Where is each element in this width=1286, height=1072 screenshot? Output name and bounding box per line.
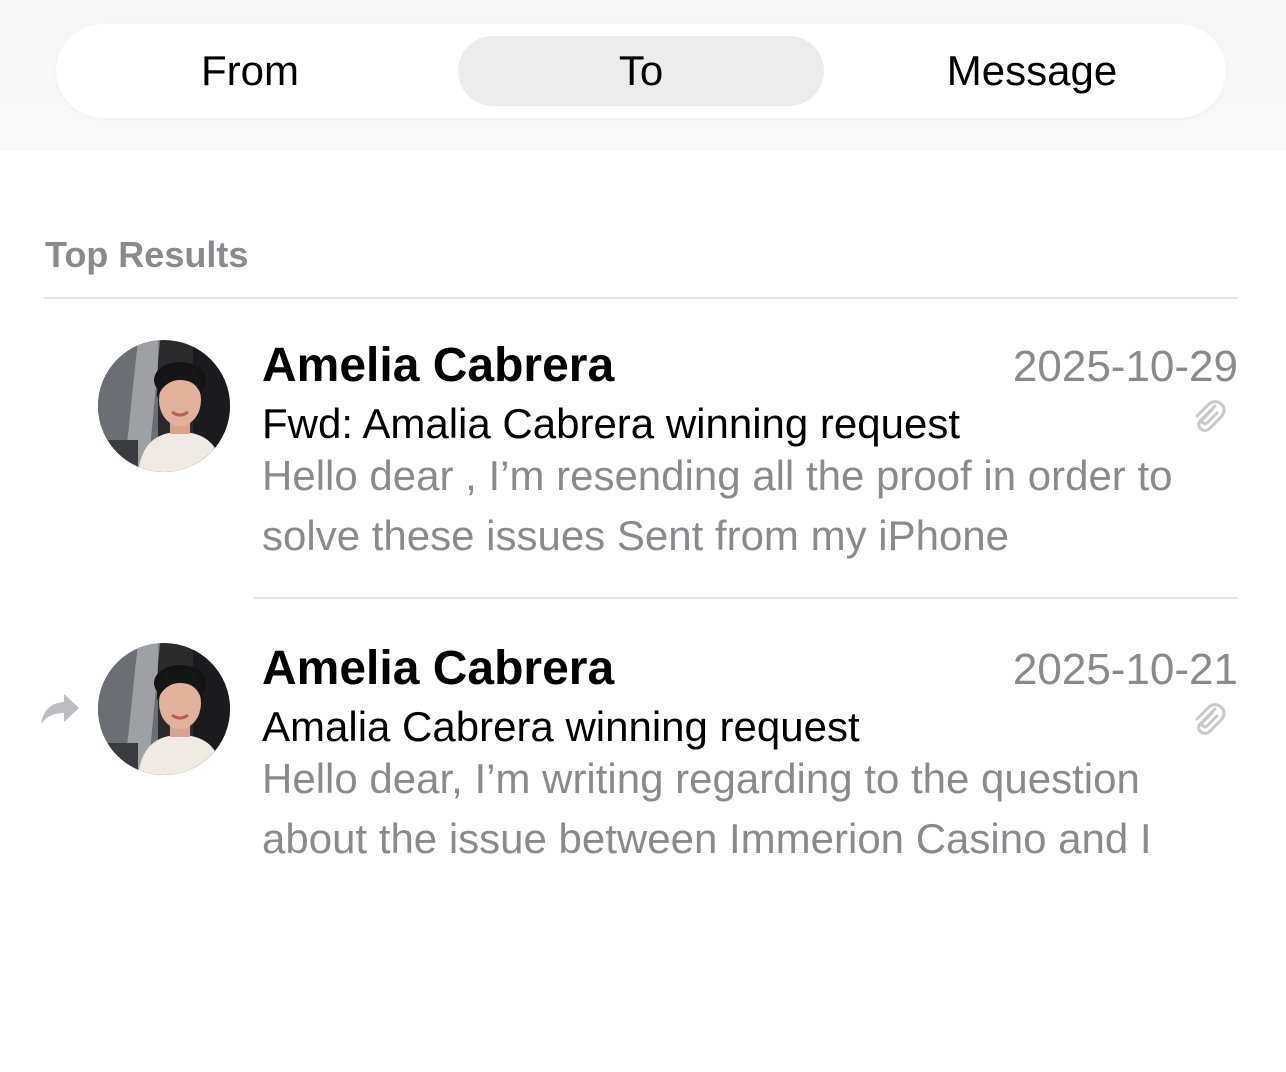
section-divider [44, 297, 1238, 299]
paperclip-icon [1195, 703, 1226, 735]
scope-tab-from[interactable]: From [64, 36, 436, 106]
forwarded-arrow-icon [41, 694, 79, 724]
email-subject: Fwd: Amalia Cabrera winning request [262, 400, 961, 447]
paperclip-icon [1195, 400, 1226, 432]
contact-photo-icon [98, 340, 230, 472]
row-divider [254, 597, 1238, 599]
sender-name: Amelia Cabrera [262, 642, 615, 695]
section-title: Top Results [45, 234, 249, 275]
received-date: 2025-10-21 [1012, 645, 1238, 694]
scope-tab-to[interactable]: To [458, 36, 824, 106]
contact-photo-avatar [98, 643, 230, 775]
scope-tab-message[interactable]: Message [846, 36, 1218, 106]
received-date: 2025-10-29 [1012, 342, 1238, 391]
mail-result-row[interactable]: Amelia Cabrera 2025-10-21 Amalia Cabrera… [0, 600, 1286, 890]
email-subject: Amalia Cabrera winning request [262, 703, 860, 750]
contact-photo-avatar [98, 340, 230, 472]
mail-result-row[interactable]: Amelia Cabrera 2025-10-29 Fwd: Amalia Ca… [0, 300, 1286, 597]
search-scope-segmented-control: From To Message [56, 24, 1226, 118]
contact-photo-icon [98, 643, 230, 775]
email-preview: Hello dear, I’m writing regarding to the… [262, 755, 1152, 862]
search-scope-bar: From To Message [0, 0, 1286, 150]
email-preview: Hello dear , I’m resending all the proof… [262, 452, 1173, 559]
sender-name: Amelia Cabrera [262, 339, 615, 392]
